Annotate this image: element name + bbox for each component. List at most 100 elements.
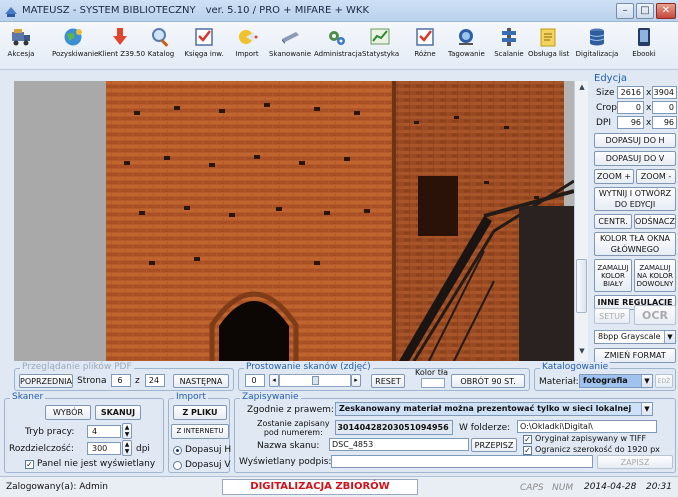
import-from-file-button[interactable]: Z PLIKU	[173, 405, 227, 420]
refresh-button[interactable]: ODŚNACZ	[634, 214, 676, 229]
toolbar-katalog[interactable]: Katalog	[144, 24, 178, 68]
database-icon	[589, 28, 605, 46]
scroll-thumb[interactable]	[576, 259, 587, 313]
toolbar-scalanie[interactable]: Scalanie	[494, 24, 524, 68]
main-toolbar: Akcesja Pozyskiwanie Klient Z39.50 Katal…	[0, 22, 678, 70]
format-select[interactable]: 8bpp Grayscale ▼	[594, 330, 676, 344]
toolbar-label: Skanowanie	[268, 50, 312, 58]
edit-material-button[interactable]: EDŻ	[655, 374, 673, 388]
change-format-button[interactable]: ZMIEŃ FORMAT	[594, 348, 676, 363]
rotate-90-button[interactable]: OBRÓT 90 ST.	[451, 374, 525, 388]
paint-white-button[interactable]: ZAMALUJ KOLOR BIAŁY	[594, 259, 632, 292]
ocr-button[interactable]: OCR	[634, 305, 676, 325]
size-label: Size	[596, 88, 615, 98]
law-select[interactable]: Zeskanowany materiał można prezentować t…	[335, 402, 653, 416]
toolbar-label: Administracja	[314, 50, 362, 58]
mode-field[interactable]: 4	[87, 425, 121, 438]
cut-open-button[interactable]: WYTNIJ I OTWÓRZ DO EDYCJI	[594, 187, 676, 211]
crop-width-field[interactable]: 0	[617, 101, 644, 114]
dpi-x-field[interactable]: 96	[617, 116, 644, 129]
chevron-down-icon[interactable]: ▼	[641, 375, 652, 387]
toolbar-digitalizacja[interactable]: Digitalizacja	[574, 24, 620, 68]
mode-spinner-icon[interactable]: ▲ ▼	[122, 423, 132, 439]
size-width-field[interactable]: 2616	[617, 86, 644, 99]
toolbar-administracja[interactable]: Administracja	[314, 24, 362, 68]
size-height-field[interactable]: 3904	[652, 86, 677, 99]
fit-h-radio[interactable]	[173, 446, 182, 455]
prev-page-button[interactable]: POPRZEDNIA	[19, 374, 73, 388]
toolbar-ksiega-inw[interactable]: Księga inw.	[184, 24, 224, 68]
scan-name-label: Nazwa skanu:	[257, 441, 320, 451]
fit-v-radio[interactable]	[173, 461, 182, 470]
page-field[interactable]: 6	[111, 374, 131, 387]
setup-button[interactable]: SETUP	[594, 308, 630, 324]
material-select[interactable]: fotografia ▼	[579, 374, 653, 388]
app-icon	[5, 7, 17, 17]
chevron-down-icon[interactable]: ▼	[664, 331, 675, 343]
slider-left-icon[interactable]: ◂	[269, 374, 279, 387]
folder-label: W folderze:	[459, 423, 511, 433]
slider-thumb[interactable]	[312, 376, 319, 385]
zoom-out-button[interactable]: ZOOM -	[636, 169, 676, 184]
import-from-internet-button[interactable]: Z INTERNETU	[171, 424, 229, 439]
dpi-y-field[interactable]: 96	[652, 116, 677, 129]
toolbar-label: Pozyskiwanie	[52, 50, 99, 58]
limit-width-checkbox[interactable]: ✓	[523, 446, 532, 455]
panel-hidden-checkbox[interactable]: ✓	[25, 460, 34, 469]
panel-hidden-label: Panel nie jest wyświetlany	[37, 459, 156, 469]
toolbar-akcesja[interactable]: Akcesja	[2, 24, 40, 68]
toolbar-statystyka[interactable]: Statystyka	[362, 24, 399, 68]
scroll-up-icon[interactable]: ▲	[577, 83, 587, 93]
fit-v-button[interactable]: DOPASUJ DO V	[594, 151, 676, 166]
title-bar: MATEUSZ - SYSTEM BIBLIOTECZNY ver. 5.10 /…	[0, 0, 678, 22]
resolution-spinner-icon[interactable]: ▲ ▼	[122, 440, 132, 456]
deskew-slider[interactable]	[279, 374, 351, 387]
slider-right-icon[interactable]: ▸	[351, 374, 361, 387]
save-button[interactable]: ZAPISZ	[597, 455, 673, 469]
deskew-value-field[interactable]: 0	[245, 374, 265, 387]
choose-scanner-button[interactable]: WYBÓR	[45, 405, 91, 420]
toolbar-klient-z3950[interactable]: Klient Z39.50	[98, 24, 145, 68]
edit-panel-title: Edycja	[594, 73, 627, 84]
magnifier-icon	[152, 28, 169, 47]
bg-color-swatch[interactable]	[421, 378, 445, 388]
scan-button[interactable]: SKANUJ	[95, 405, 141, 420]
zoom-in-button[interactable]: ZOOM +	[594, 169, 634, 184]
image-vertical-scrollbar[interactable]: ▲ ▼	[574, 81, 588, 361]
toolbar-rozne[interactable]: Różne	[410, 24, 440, 68]
folder-field[interactable]: O:\Okladki\Digital\	[517, 420, 657, 433]
maximize-button[interactable]: □	[636, 3, 654, 19]
toolbar-ebooki[interactable]: Ebooki	[628, 24, 660, 68]
toolbar-label: Obsługa list	[528, 50, 570, 58]
resolution-field[interactable]: 300	[87, 442, 121, 455]
limit-width-label: Ogranicz szerokość do 1920 px	[535, 445, 660, 454]
scan-image-view[interactable]	[14, 81, 574, 361]
dpi-label: DPI	[596, 118, 612, 128]
paint-any-button[interactable]: ZAMALUJ NA KOLOR DOWOLNY	[634, 259, 676, 292]
bg-color-button[interactable]: KOLOR TŁA OKNA GŁÓWNEGO	[594, 232, 676, 256]
law-value: Zeskanowany materiał można prezentować t…	[339, 404, 632, 413]
orig-tiff-checkbox[interactable]: ✓	[523, 435, 532, 444]
toolbar-tagowanie[interactable]: Tagowanie	[448, 24, 485, 68]
save-group: Zapisywanie Zgodnie z prawem: Zeskanowan…	[234, 392, 676, 473]
chevron-down-icon[interactable]: ▼	[641, 403, 652, 415]
center-button[interactable]: CENTR.	[594, 214, 632, 229]
toolbar-skanowanie[interactable]: Skanowanie	[268, 24, 312, 68]
minimize-button[interactable]: –	[616, 3, 634, 19]
fit-h-button[interactable]: DOPASUJ DO H	[594, 133, 676, 148]
reset-button[interactable]: RESET	[371, 374, 405, 388]
scan-name-field[interactable]: DSC_4853	[329, 438, 469, 451]
scroll-down-icon[interactable]: ▼	[577, 347, 587, 357]
toolbar-import[interactable]: Import	[232, 24, 262, 68]
crop-height-field[interactable]: 0	[652, 101, 677, 114]
toolbar-pozyskiwanie[interactable]: Pozyskiwanie	[52, 24, 99, 68]
record-number-field: 30140428203051094956	[335, 420, 453, 435]
toolbar-obsluga-list[interactable]: Obsługa list	[528, 24, 570, 68]
deskew-group-title: Prostowanie skanów (zdjęć)	[244, 362, 373, 372]
merge-icon	[502, 28, 516, 46]
rename-button[interactable]: PRZEPISZ	[471, 438, 517, 452]
globe-icon	[64, 28, 82, 46]
next-page-button[interactable]: NASTĘPNA	[173, 374, 229, 388]
caption-field[interactable]	[331, 455, 593, 468]
close-button[interactable]: ✕	[656, 3, 676, 19]
